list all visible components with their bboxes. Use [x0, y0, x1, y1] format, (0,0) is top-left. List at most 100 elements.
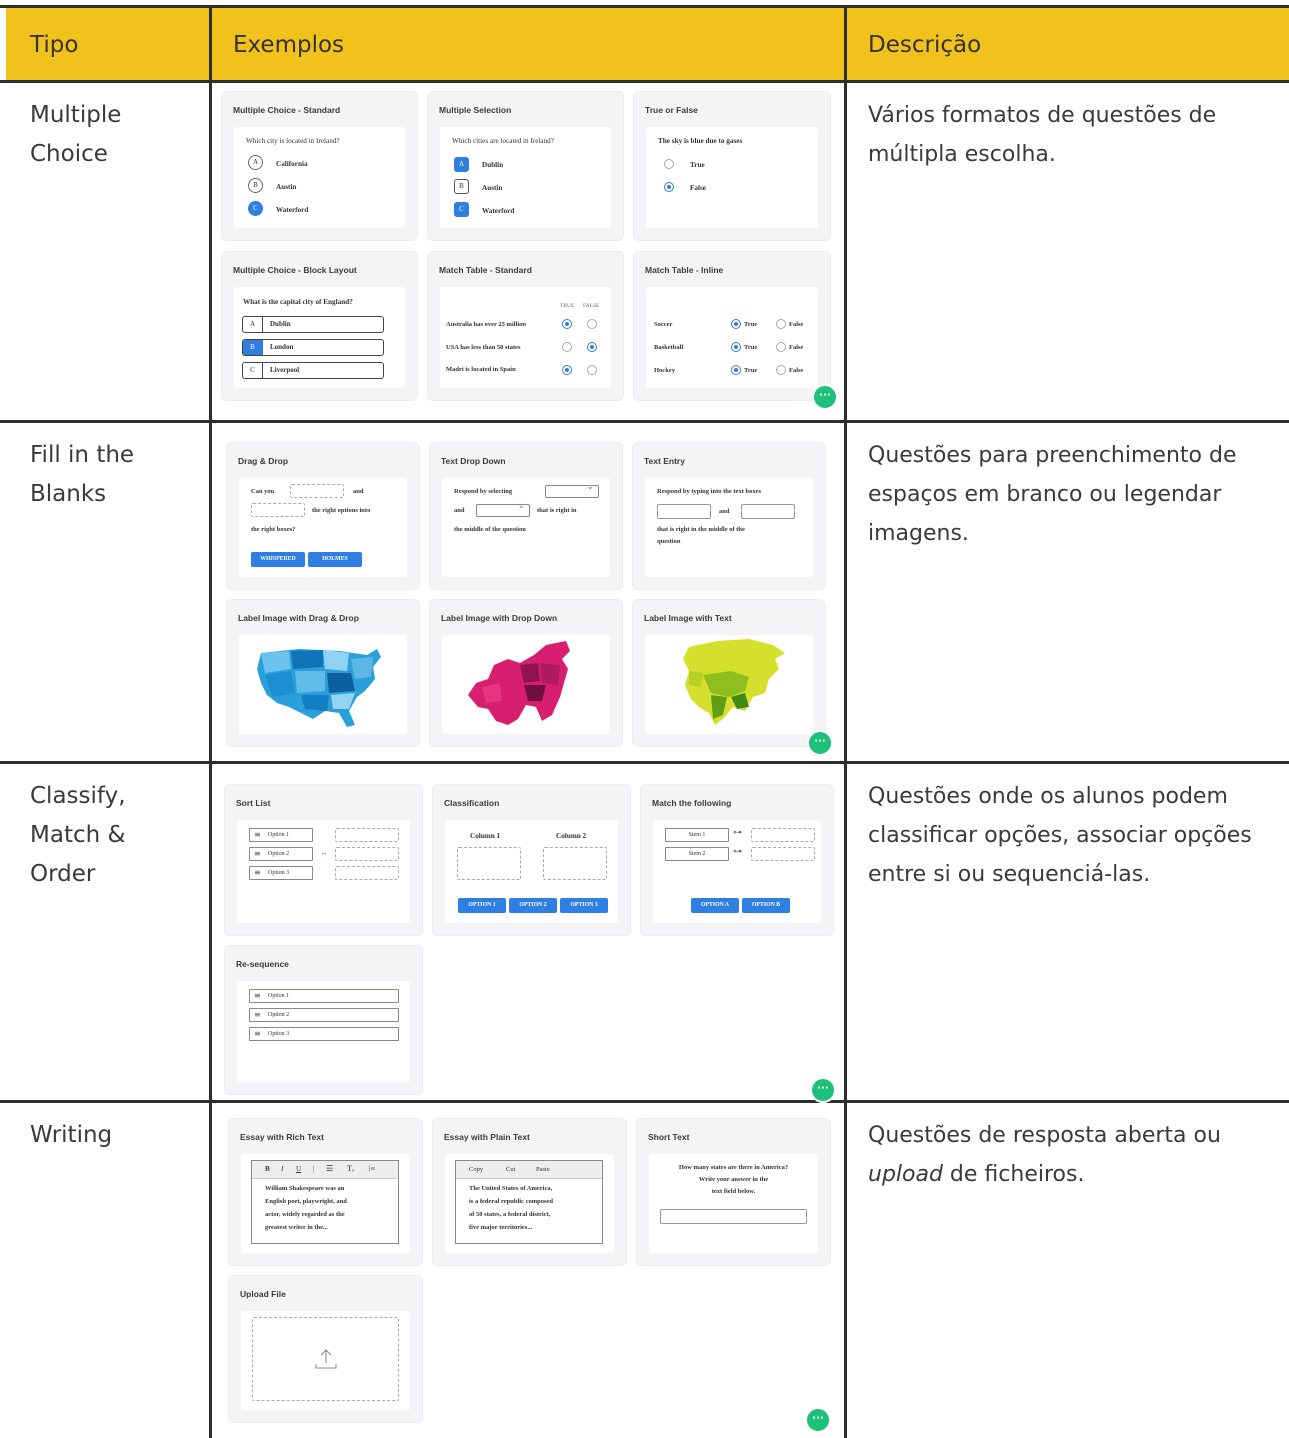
match-slot[interactable]: [751, 847, 815, 861]
card-title: Re-sequence: [236, 959, 289, 969]
card-text-entry[interactable]: Text Entry Respond by typing into the te…: [633, 443, 825, 589]
chat-bubble-icon[interactable]: ···: [810, 1077, 836, 1103]
card-title: Text Entry: [644, 456, 685, 466]
card-label-image-drag-drop[interactable]: Label Image with Drag & Drop: [227, 600, 419, 746]
copy-button[interactable]: Copy: [469, 1166, 483, 1173]
card-text-drop-down[interactable]: Text Drop Down Respond by selecting and …: [430, 443, 622, 589]
classification-bucket[interactable]: [457, 847, 521, 880]
radio[interactable]: [587, 365, 597, 375]
sort-option[interactable]: ≡ Option 1: [249, 828, 313, 842]
sort-option[interactable]: ≡ Option 2: [249, 847, 313, 861]
sort-slot[interactable]: [335, 847, 399, 861]
sort-slot[interactable]: [335, 866, 399, 880]
plain-text-editor[interactable]: Copy Cut Paste The United States of Amer…: [455, 1160, 603, 1244]
card-essay-rich-text[interactable]: Essay with Rich Text B I U | ☰ Tₓ ⁝≡ Wil…: [229, 1119, 422, 1265]
sort-slot[interactable]: [335, 828, 399, 842]
card-true-false[interactable]: True or False The sky is blue due to gas…: [634, 92, 830, 240]
radio[interactable]: [587, 342, 597, 352]
radio[interactable]: [562, 342, 572, 352]
underline-icon[interactable]: U: [296, 1165, 301, 1173]
bold-icon[interactable]: B: [265, 1165, 270, 1173]
text-entry-field[interactable]: [657, 504, 711, 519]
drop-zone[interactable]: [251, 503, 305, 517]
option-key[interactable]: A: [248, 155, 263, 170]
card-preview: [442, 635, 610, 734]
checkbox[interactable]: B: [454, 179, 469, 194]
numbered-list-icon[interactable]: ⁝≡: [368, 1164, 375, 1173]
radio[interactable]: [776, 342, 786, 352]
sequence-option[interactable]: ≡ Option 3: [249, 1027, 399, 1041]
radio[interactable]: [731, 365, 741, 375]
chat-bubble-icon[interactable]: ···: [807, 730, 833, 756]
prompt-text: question: [657, 538, 681, 545]
sequence-option[interactable]: ≡ Option 1: [249, 989, 399, 1003]
classify-option[interactable]: OPTION 1: [458, 898, 506, 913]
radio[interactable]: [776, 365, 786, 375]
essay-text: five major territories...: [469, 1224, 533, 1231]
match-option[interactable]: OPTION A: [691, 898, 739, 913]
text-entry-field[interactable]: [741, 504, 795, 519]
radio-true[interactable]: [664, 159, 674, 169]
radio[interactable]: [731, 342, 741, 352]
card-mc-standard[interactable]: Multiple Choice - Standard Which city is…: [222, 92, 417, 240]
stem-item[interactable]: Stem 1: [665, 828, 729, 842]
block-option[interactable]: C Liverpool: [242, 362, 384, 379]
classify-option[interactable]: OPTION 3: [560, 898, 608, 913]
essay-text: is a federal republic composed: [469, 1198, 554, 1205]
classify-option[interactable]: OPTION 2: [509, 898, 557, 913]
drag-option[interactable]: HOLMES: [308, 552, 362, 567]
card-short-text[interactable]: Short Text How many states are there in …: [637, 1119, 830, 1265]
radio[interactable]: [562, 319, 572, 329]
list-icon[interactable]: ☰: [326, 1164, 333, 1173]
radio[interactable]: [776, 319, 786, 329]
card-upload-file[interactable]: Upload File: [229, 1276, 422, 1422]
card-match-table-inline[interactable]: Match Table - Inline Soccer True False B…: [634, 252, 830, 400]
match-option[interactable]: OPTION B: [742, 898, 790, 913]
paste-button[interactable]: Paste: [536, 1166, 550, 1173]
option-key[interactable]: B: [248, 178, 263, 193]
card-title: Drag & Drop: [238, 456, 289, 466]
card-essay-plain-text[interactable]: Essay with Plain Text Copy Cut Paste The…: [433, 1119, 626, 1265]
sort-option[interactable]: ≡ Option 3: [249, 866, 313, 880]
card-label-image-drop-down[interactable]: Label Image with Drop Down: [430, 600, 622, 746]
sequence-option[interactable]: ≡ Option 2: [249, 1008, 399, 1022]
drag-option[interactable]: WHISPERED: [251, 552, 305, 567]
stem-item[interactable]: Stem 2: [665, 847, 729, 861]
drop-zone[interactable]: [290, 484, 344, 498]
short-answer-field[interactable]: [660, 1209, 807, 1224]
card-sort-list[interactable]: Sort List ≡ Option 1 ≡ Option 2 ≡ Option 3 …: [225, 785, 422, 935]
clear-format-icon[interactable]: Tₓ: [347, 1164, 354, 1173]
classification-bucket[interactable]: [543, 847, 607, 880]
block-option-selected[interactable]: B London: [242, 339, 384, 356]
dropdown-select[interactable]: [476, 501, 530, 517]
match-slot[interactable]: [751, 828, 815, 842]
chat-bubble-icon[interactable]: ···: [812, 384, 838, 410]
rich-text-editor[interactable]: B I U | ☰ Tₓ ⁝≡ William Shakespeare was …: [251, 1160, 399, 1244]
column-header: FALSE: [583, 303, 600, 309]
cut-button[interactable]: Cut: [506, 1166, 515, 1173]
italic-icon[interactable]: I: [281, 1165, 283, 1173]
upload-drop-area[interactable]: [252, 1317, 399, 1401]
checkbox-selected[interactable]: C: [454, 202, 469, 217]
chat-bubble-icon[interactable]: ···: [805, 1407, 831, 1433]
card-mc-selection[interactable]: Multiple Selection Which cities are loca…: [428, 92, 623, 240]
option-key-selected[interactable]: C: [248, 201, 263, 216]
radio-false-selected[interactable]: [664, 182, 674, 192]
block-option[interactable]: A Dublin: [242, 316, 384, 333]
radio[interactable]: [587, 319, 597, 329]
swap-arrows-icon[interactable]: ↔: [320, 848, 328, 857]
radio[interactable]: [731, 319, 741, 329]
row-label: Basketball: [654, 344, 684, 351]
radio[interactable]: [562, 365, 572, 375]
card-mc-block[interactable]: Multiple Choice - Block Layout What is t…: [222, 252, 417, 400]
card-match-table-standard[interactable]: Match Table - Standard TRUE FALSE Austra…: [428, 252, 623, 400]
dropdown-select[interactable]: [545, 482, 599, 498]
card-re-sequence[interactable]: Re-sequence ≡ Option 1 ≡ Option 2 ≡ Option …: [225, 946, 422, 1094]
card-label-image-text[interactable]: Label Image with Text: [633, 600, 825, 746]
card-drag-drop[interactable]: Drag & Drop Can you and the right option…: [227, 443, 419, 589]
checkbox-selected[interactable]: A: [454, 157, 469, 172]
card-classification[interactable]: Classification Column 1 Column 2 OPTION …: [433, 785, 630, 935]
usa-map-image: [257, 649, 381, 727]
card-match-following[interactable]: Match the following Stem 1 Stem 2 ⊶ ⊶ OP…: [641, 785, 833, 935]
drag-handle-icon: ≡: [254, 1029, 261, 1038]
